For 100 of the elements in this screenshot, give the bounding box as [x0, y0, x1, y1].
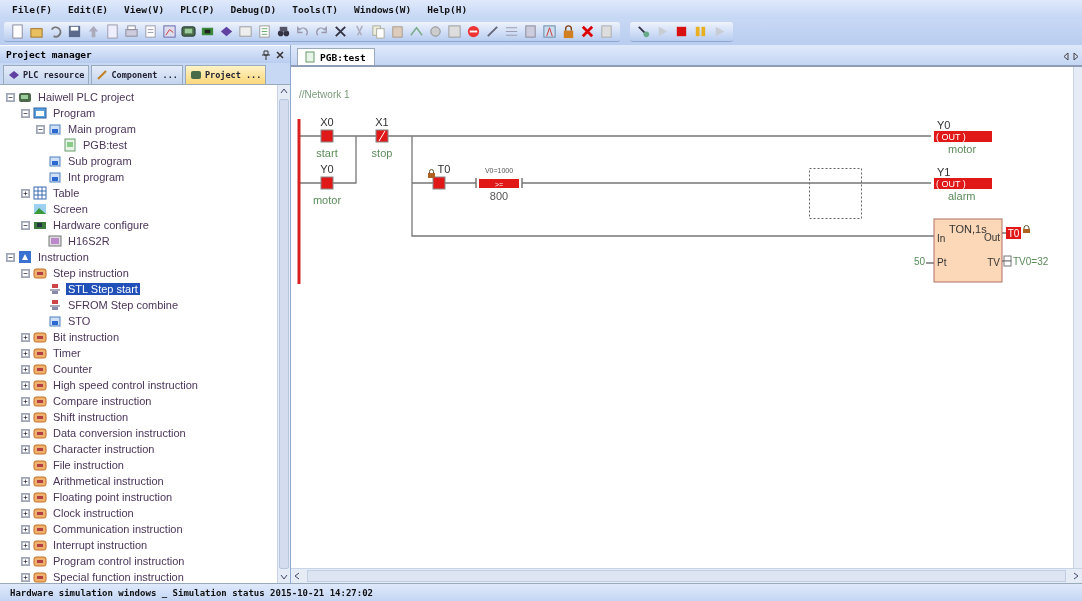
chip-icon[interactable] — [219, 24, 234, 39]
tree-item[interactable]: Program — [51, 107, 98, 119]
tree-item[interactable]: Screen — [51, 203, 90, 215]
expand-toggle[interactable] — [21, 412, 30, 422]
timer-name: TON,1s — [949, 223, 987, 235]
expand-toggle[interactable] — [21, 428, 30, 438]
menu-item[interactable]: Edit(E) — [68, 4, 109, 15]
tree-item[interactable]: Character instruction — [51, 443, 157, 455]
page-icon — [63, 138, 77, 152]
tree-item[interactable]: Main program — [66, 123, 138, 135]
tree-item[interactable]: Communication instruction — [51, 523, 185, 535]
tree-item[interactable]: Compare instruction — [51, 395, 154, 407]
tree-item[interactable]: Timer — [51, 347, 83, 359]
compare-value: 800 — [489, 190, 509, 202]
scrollbar-thumb[interactable] — [307, 570, 1066, 582]
expand-toggle[interactable] — [6, 252, 15, 262]
tree-item[interactable]: File instruction — [51, 459, 126, 471]
no-entry-icon[interactable] — [466, 24, 481, 39]
timer-output: T0 — [1006, 227, 1021, 239]
expand-toggle[interactable] — [21, 188, 30, 198]
clipboard-icon[interactable] — [599, 24, 614, 39]
tree-item[interactable]: Sub program — [66, 155, 134, 167]
network-title: //Network 1 — [299, 89, 350, 100]
tree-item[interactable]: Arithmetical instruction — [51, 475, 166, 487]
menu-item[interactable]: Tools(T) — [292, 4, 338, 15]
delete-icon[interactable] — [333, 24, 348, 39]
scrollbar[interactable] — [1073, 67, 1082, 568]
tree-item[interactable]: STO — [66, 315, 93, 327]
save-icon[interactable] — [67, 24, 82, 39]
expand-toggle[interactable] — [21, 364, 30, 374]
tree-item[interactable]: Instruction — [36, 251, 91, 263]
panel-tab[interactable]: Component ... — [91, 65, 183, 84]
scrollbar-thumb[interactable] — [279, 99, 289, 569]
menu-item[interactable]: View(V) — [124, 4, 165, 15]
contact-symbol[interactable] — [375, 129, 389, 143]
tree-item[interactable]: Special function instruction — [51, 571, 186, 583]
tree-item[interactable]: Floating point instruction — [51, 491, 175, 503]
expand-toggle[interactable] — [21, 540, 30, 550]
pen-icon[interactable] — [485, 24, 500, 39]
tools-icon[interactable] — [636, 24, 651, 39]
expand-toggle[interactable] — [21, 492, 30, 502]
contact-symbol[interactable] — [320, 129, 334, 143]
expand-toggle[interactable] — [21, 108, 30, 118]
tree-item[interactable]: SFROM Step combine — [66, 299, 181, 311]
tree-item[interactable]: Hardware configure — [51, 219, 151, 231]
panel-tab[interactable]: PLC resource — [3, 65, 90, 84]
stop-icon[interactable] — [674, 24, 689, 39]
tree-item[interactable]: Haiwell PLC project — [36, 91, 136, 103]
font-icon[interactable] — [542, 24, 557, 39]
contact-symbol[interactable] — [320, 176, 334, 190]
expand-toggle[interactable] — [21, 380, 30, 390]
expand-toggle[interactable] — [21, 444, 30, 454]
expand-toggle[interactable] — [21, 332, 30, 342]
tree-item[interactable]: STL Step start — [66, 283, 140, 295]
tree-item[interactable]: Int program — [66, 171, 127, 183]
output-coil[interactable]: ( OUT ) — [934, 178, 992, 189]
print-icon[interactable] — [124, 24, 139, 39]
expand-toggle[interactable] — [36, 124, 45, 134]
menu-item[interactable]: Help(H) — [427, 4, 468, 15]
expand-toggle[interactable] — [21, 508, 30, 518]
tree-item[interactable]: Clock instruction — [51, 507, 136, 519]
tree-item[interactable]: PGB:test — [81, 139, 130, 151]
tree-item[interactable]: Bit instruction — [51, 331, 122, 343]
menu-item[interactable]: Debug(D) — [230, 4, 277, 15]
tree-item[interactable]: Interrupt instruction — [51, 539, 150, 551]
menu-item[interactable]: PLC(P) — [180, 4, 215, 15]
expand-toggle[interactable] — [21, 220, 30, 230]
tree-item[interactable]: Counter — [51, 363, 95, 375]
expand-toggle[interactable] — [21, 556, 30, 566]
tree-item[interactable]: Data conversion instruction — [51, 427, 188, 439]
output-coil[interactable]: ( OUT ) — [934, 131, 992, 142]
scroll-left-icon[interactable] — [1062, 52, 1070, 61]
tree-item[interactable]: Step instruction — [51, 267, 131, 279]
expand-toggle[interactable] — [21, 348, 30, 358]
plc-icon[interactable] — [181, 24, 196, 39]
lock-icon[interactable] — [561, 24, 576, 39]
expand-toggle[interactable] — [21, 524, 30, 534]
expand-toggle[interactable] — [21, 572, 30, 582]
close-icon[interactable] — [580, 24, 595, 39]
tree-item[interactable]: H16S2R — [66, 235, 112, 247]
undo-icon[interactable] — [48, 24, 63, 39]
expand-toggle[interactable] — [21, 268, 30, 278]
pin-icon[interactable] — [262, 49, 270, 60]
binoculars-icon[interactable] — [276, 24, 291, 39]
expand-toggle[interactable] — [6, 92, 15, 102]
tree-item[interactable]: Program control instruction — [51, 555, 187, 567]
menu-item[interactable]: File(F) — [12, 4, 53, 15]
menu-item[interactable]: Windows(W) — [354, 4, 412, 15]
scroll-right-icon[interactable] — [1072, 52, 1080, 61]
tree-item[interactable]: Shift instruction — [51, 411, 131, 423]
expand-toggle[interactable] — [21, 396, 30, 406]
expand-toggle[interactable] — [21, 476, 30, 486]
editor-tab[interactable]: PGB:test — [297, 48, 375, 65]
close-icon[interactable] — [276, 50, 284, 59]
tree-item[interactable]: Table — [51, 187, 82, 199]
contact-symbol[interactable] — [432, 176, 446, 190]
plc-icon — [189, 69, 202, 81]
panel-tab[interactable]: Project ... — [184, 65, 267, 84]
timer-block[interactable] — [933, 218, 1003, 283]
tree-item[interactable]: High speed control instruction — [51, 379, 200, 391]
